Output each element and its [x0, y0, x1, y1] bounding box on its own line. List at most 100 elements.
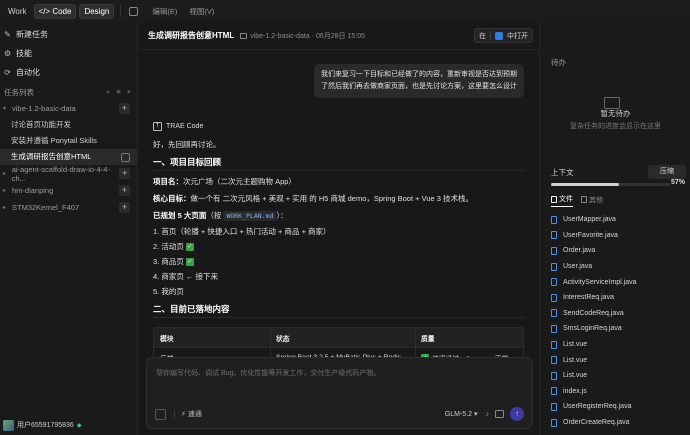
file-item[interactable]: InterestReq.java — [551, 290, 637, 306]
section-heading: 一、项目目标回顾 — [153, 157, 222, 167]
label: 已规划 5 大页面 — [153, 211, 207, 220]
file-name: InterestReq.java — [563, 294, 614, 302]
list-item: 2. 活动页 ✓ — [153, 241, 194, 252]
chevron-right-icon: ▸ — [3, 205, 7, 211]
file-name: ActivityServiceImpl.java — [563, 278, 637, 286]
file-item[interactable]: index.js — [551, 384, 637, 400]
project-group[interactable]: ▸ hm-dianping + — [0, 182, 137, 199]
file-icon — [551, 262, 557, 271]
add-task-button[interactable]: + — [119, 185, 130, 196]
file-icon — [551, 309, 557, 318]
divider — [120, 5, 122, 17]
message-composer[interactable]: 帮你编写代码、调试 Bug、优化性能等开发工作，交付生产级代码产物。 ⚡ 速通 … — [146, 357, 533, 429]
file-item[interactable]: User.java — [551, 259, 637, 275]
divider — [153, 170, 524, 171]
sort-icon[interactable]: ≡ — [116, 87, 120, 97]
add-icon[interactable]: + — [127, 87, 131, 97]
task-item[interactable]: 安装并遵循 Ponytail Skills — [0, 133, 137, 149]
file-item[interactable]: UserRegisterReq.java — [551, 399, 637, 415]
file-name: UserMapper.java — [563, 216, 616, 224]
file-icon — [551, 231, 557, 240]
microphone-icon[interactable]: ♪ — [486, 411, 490, 418]
task-item[interactable]: 讨论首页功能开发 — [0, 117, 137, 133]
avatar — [3, 419, 14, 431]
file-item[interactable]: Order.java — [551, 243, 637, 259]
send-button[interactable]: ↑ — [510, 407, 524, 421]
image-icon[interactable] — [495, 410, 504, 418]
project-group[interactable]: ▾ vibe-1.2-basic-data + — [0, 100, 137, 117]
value: 次元广场（二次元主题购物 App） — [183, 177, 296, 186]
divider — [174, 409, 175, 419]
file-icon — [551, 356, 557, 365]
file-icon — [551, 418, 557, 427]
add-task-button[interactable]: + — [119, 103, 130, 114]
attach-icon[interactable] — [155, 408, 166, 420]
chevron-right-icon: ▸ — [3, 171, 7, 177]
file-item[interactable]: UserMapper.java — [551, 212, 637, 228]
mode-work[interactable]: Work — [4, 4, 31, 19]
user-bar[interactable]: 用户65591795836 ◆ — [0, 415, 138, 435]
nav-label: 自动化 — [16, 68, 40, 77]
folder-icon — [240, 32, 248, 39]
context-row: 上下文 压缩 — [551, 165, 686, 179]
layout-icon[interactable] — [129, 6, 139, 16]
list-item: 1. 首页（轮播 + 快捷入口 + 热门活动 + 商品 + 商家） — [153, 227, 331, 236]
check-icon: ✓ — [185, 258, 194, 267]
panel-tabs: 文件 其他 — [551, 194, 603, 207]
tab-other[interactable]: 其他 — [581, 194, 603, 207]
filter-icon[interactable]: ⌕ — [106, 87, 110, 97]
main-header: 生成调研报告创意HTML vibe-1.2-basic-data · 06月28… — [138, 22, 539, 50]
file-item[interactable]: List.vue — [551, 337, 637, 353]
value: （按 — [206, 211, 224, 220]
file-item[interactable]: OrderCreateReq.java — [551, 415, 637, 431]
top-bar: Work </> Code Design 编辑(E) 视图(V) — [0, 0, 690, 22]
file-item[interactable]: SmsLoginReq.java — [551, 321, 637, 337]
project-group[interactable]: ▸ ai-agent-scaffold-draw-io-4-4-ch... + — [0, 165, 137, 183]
context-progress-bar — [551, 183, 670, 186]
add-task-button[interactable]: + — [119, 168, 130, 179]
open-in-button[interactable]: 在 中打开 — [474, 28, 533, 43]
project-group[interactable]: ▸ STM32Kernel_F407 + — [0, 199, 137, 216]
nav-skills[interactable]: ⚙ 技能 — [0, 44, 137, 63]
project-name: vibe-1.2-basic-data — [12, 104, 76, 113]
compress-button[interactable]: 压缩 — [648, 165, 686, 179]
nav-label: 技能 — [16, 49, 32, 58]
menu-view[interactable]: 视图(V) — [189, 6, 214, 17]
task-item-active[interactable]: 生成调研报告创意HTML — [0, 149, 137, 165]
task-menu-icon[interactable] — [121, 152, 130, 162]
file-item[interactable]: SendCodeReq.java — [551, 306, 637, 322]
tab-label: 文件 — [559, 196, 573, 203]
model-selector[interactable]: GLM-5.2 ▾ — [445, 410, 478, 418]
tab-files[interactable]: 文件 — [551, 194, 573, 207]
user-name: 用户65591795836 — [17, 422, 74, 429]
file-item[interactable]: List.vue — [551, 368, 637, 384]
nav-automation[interactable]: ⟳ 自动化 — [0, 63, 137, 82]
menu-edit[interactable]: 编辑(E) — [152, 6, 177, 17]
file-item[interactable]: ActivityServiceImpl.java — [551, 274, 637, 290]
diamond-icon: ◆ — [76, 422, 82, 429]
file-name: UserRegisterReq.java — [563, 403, 632, 411]
speed-mode-button[interactable]: ⚡ 速通 — [181, 409, 202, 419]
mode-design[interactable]: Design — [79, 3, 115, 19]
empty-subtitle: 复杂任务的进度会显示在这里 — [570, 123, 661, 130]
mode-code[interactable]: </> Code — [33, 3, 77, 19]
file-item[interactable]: List.vue — [551, 352, 637, 368]
file-ref[interactable]: WORK_PLAN.md — [223, 211, 277, 221]
speed-label: 速通 — [187, 411, 202, 418]
task-meta-text: vibe-1.2-basic-data · 06月28日 15:05 — [250, 32, 366, 40]
table-header: 状态 — [270, 328, 415, 347]
check-icon: ✓ — [185, 243, 194, 252]
agent-name: TRAE Code — [166, 123, 204, 130]
label: 项目名： — [153, 177, 183, 186]
task-list-header: 任务列表 ⌕ ≡ + — [0, 84, 137, 100]
file-icon — [551, 278, 557, 287]
composer-placeholder[interactable]: 帮你编写代码、调试 Bug、优化性能等开发工作，交付生产级代码产物。 — [156, 368, 380, 378]
file-name: Order.java — [563, 247, 596, 255]
file-item[interactable]: UserFavorite.java — [551, 228, 637, 244]
open-in-label: 在 — [479, 32, 486, 40]
model-label: GLM-5.2 — [444, 411, 473, 418]
add-task-button[interactable]: + — [119, 202, 130, 213]
nav-new-task[interactable]: ✎ 新建任务 — [0, 25, 137, 44]
agent-logo-icon: T — [153, 122, 162, 131]
file-name: User.java — [563, 263, 593, 271]
